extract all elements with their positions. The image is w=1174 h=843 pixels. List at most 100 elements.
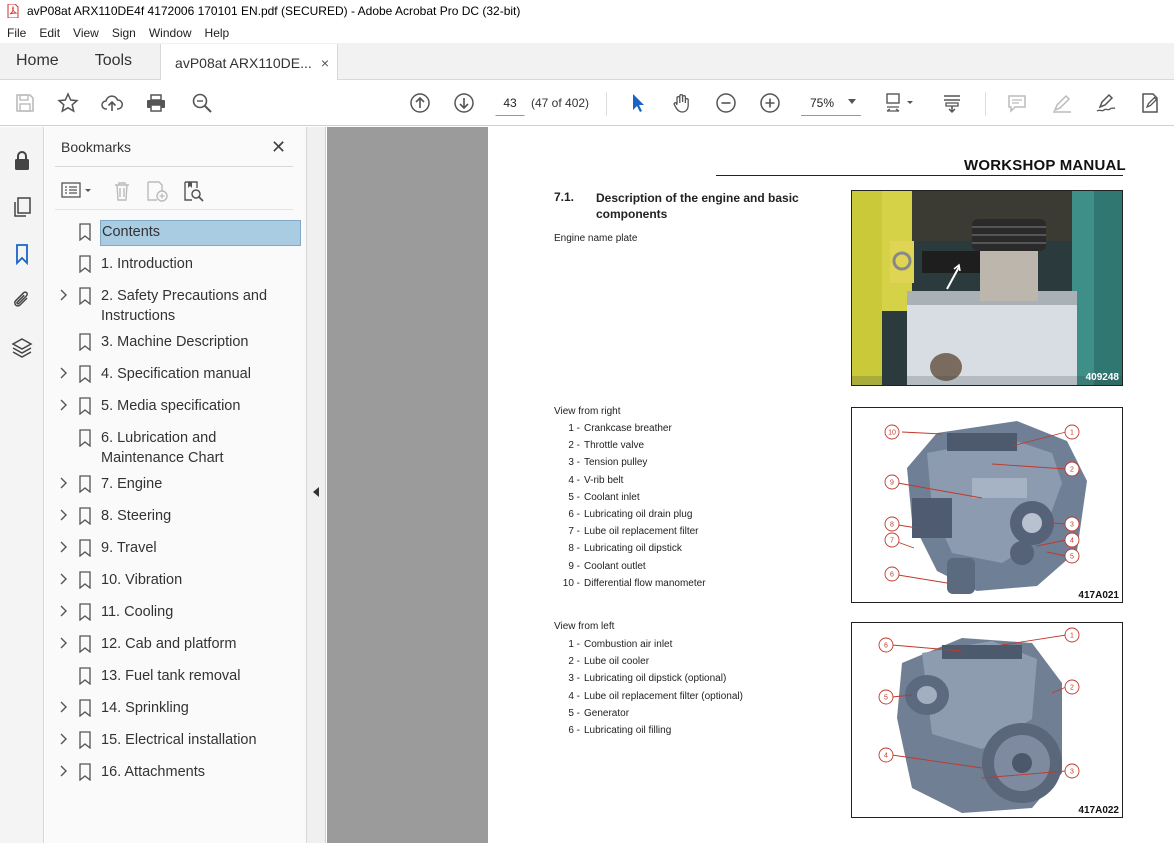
tab-home[interactable]: Home <box>0 43 75 79</box>
chevron-right-icon[interactable] <box>57 764 69 778</box>
highlight-pen-icon[interactable] <box>1050 92 1074 114</box>
bookmarks-title: Bookmarks <box>61 139 132 155</box>
bookmark-label: 9. Travel <box>101 540 157 556</box>
engine-nameplate-photo: 409248 <box>851 190 1123 386</box>
legend-item: 3 - Lubricating oil dipstick (optional) <box>554 673 726 684</box>
svg-text:5: 5 <box>1070 554 1074 561</box>
layers-icon[interactable] <box>11 336 33 358</box>
fill-sign-icon[interactable] <box>1138 92 1162 114</box>
comment-icon[interactable] <box>1005 92 1029 114</box>
menu-view[interactable]: View <box>67 26 105 40</box>
menu-file[interactable]: File <box>1 26 32 40</box>
svg-text:1: 1 <box>1070 430 1074 437</box>
legend-item: 5 - Coolant inlet <box>554 492 639 503</box>
page-count-label: (47 of 402) <box>531 96 590 110</box>
collapse-arrow-icon <box>313 487 319 497</box>
bookmark-ribbon-icon <box>79 287 91 306</box>
header-rule <box>716 175 1123 176</box>
legend-text: Lubricating oil dipstick <box>584 543 682 555</box>
acrobat-pdf-icon <box>7 3 19 19</box>
previous-page-icon[interactable] <box>408 92 432 114</box>
chevron-right-icon[interactable] <box>57 604 69 618</box>
bookmark-icon[interactable] <box>11 243 33 266</box>
menu-help[interactable]: Help <box>199 26 236 40</box>
zoom-value: 75% <box>810 95 835 110</box>
tab-tools[interactable]: Tools <box>75 43 148 79</box>
menu-sign[interactable]: Sign <box>106 26 142 40</box>
bookmarks-toolbar <box>45 177 307 203</box>
acrobat-window: avP08at ARX110DE4f 4172006 170101 EN.pdf… <box>0 0 1174 843</box>
find-zoom-icon[interactable] <box>190 92 214 114</box>
star-icon[interactable] <box>56 92 80 114</box>
select-cursor-icon[interactable] <box>626 92 650 114</box>
svg-text:5: 5 <box>884 695 888 702</box>
attachment-icon[interactable] <box>11 289 33 311</box>
page-number-input[interactable]: 43 <box>495 90 525 116</box>
bookmark-label: 8. Steering <box>101 508 172 524</box>
bookmark-ribbon-icon <box>79 333 91 352</box>
tab-close-icon[interactable]: × <box>321 55 329 71</box>
find-bookmark-icon[interactable] <box>182 180 204 202</box>
legend-text: Differential flow manometer <box>584 577 706 589</box>
chevron-right-icon[interactable] <box>57 398 69 412</box>
upload-cloud-icon[interactable] <box>100 92 124 114</box>
hand-tool-icon[interactable] <box>670 92 694 114</box>
legend-item: 6 - Lubricating oil drain plug <box>554 509 692 520</box>
bookmark-ribbon-icon <box>79 635 91 654</box>
chevron-right-icon[interactable] <box>57 508 69 522</box>
legend-item: 2 - Lube oil cooler <box>554 656 649 667</box>
legend-number: 7 - <box>568 526 580 538</box>
bookmark-options-icon[interactable] <box>61 181 95 201</box>
delete-icon[interactable] <box>112 180 132 202</box>
title-bar: avP08at ARX110DE4f 4172006 170101 EN.pdf… <box>0 0 1174 22</box>
bookmark-ribbon-icon <box>79 397 91 416</box>
bookmark-label: 12. Cab and platform <box>101 636 237 652</box>
chevron-right-icon[interactable] <box>57 476 69 490</box>
bookmark-label: 3. Machine Description <box>101 334 249 350</box>
page-thumbnails-icon[interactable] <box>11 196 33 218</box>
bookmark-ribbon-icon <box>79 223 91 242</box>
menu-window[interactable]: Window <box>143 26 198 40</box>
chevron-right-icon[interactable] <box>57 288 69 302</box>
legend-number: 8 - <box>568 543 580 555</box>
chevron-right-icon[interactable] <box>57 700 69 714</box>
menu-bar: File Edit View Sign Window Help <box>0 22 1174 43</box>
legend-number: 3 - <box>568 673 580 685</box>
bookmark-label: 1. Introduction <box>101 256 193 272</box>
tab-document[interactable]: avP08at ARX110DE... × <box>160 44 339 81</box>
legend-number: 6 - <box>568 725 580 736</box>
print-icon[interactable] <box>144 92 168 114</box>
legend-text: Generator <box>584 707 630 719</box>
page-fit-icon[interactable] <box>884 92 918 114</box>
chevron-right-icon[interactable] <box>57 366 69 380</box>
next-page-icon[interactable] <box>452 92 476 114</box>
bookmark-ribbon-icon <box>79 365 91 384</box>
zoom-in-icon[interactable] <box>758 92 782 114</box>
chevron-right-icon[interactable] <box>57 732 69 746</box>
close-icon[interactable]: ✕ <box>271 137 286 158</box>
bookmark-label: 6. Lubrication and Maintenance Chart <box>101 430 224 466</box>
zoom-out-icon[interactable] <box>714 92 738 114</box>
chevron-right-icon[interactable] <box>57 572 69 586</box>
document-viewport[interactable]: WORKSHOP MANUAL 7.1. Description of the … <box>327 127 1174 843</box>
window-title: avP08at ARX110DE4f 4172006 170101 EN.pdf… <box>27 4 521 18</box>
zoom-select[interactable]: 75% <box>801 90 861 116</box>
menu-edit[interactable]: Edit <box>33 26 66 40</box>
scroll-mode-icon[interactable] <box>940 92 964 114</box>
save-icon[interactable] <box>13 92 37 114</box>
chevron-right-icon[interactable] <box>57 540 69 554</box>
bookmark-ribbon-icon <box>79 539 91 558</box>
engine-left-diagram: 1 2 3 4 5 6 417A022 <box>851 622 1123 818</box>
draw-sign-icon[interactable] <box>1094 92 1118 114</box>
lock-icon[interactable] <box>11 149 33 171</box>
bookmark-label: 5. Media specification <box>101 398 241 414</box>
legend-item: 9 - Coolant outlet <box>554 561 645 572</box>
new-bookmark-icon[interactable] <box>146 180 170 202</box>
section-title: Description of the engine and basic comp… <box>596 191 799 221</box>
svg-text:6: 6 <box>884 643 888 650</box>
chevron-right-icon[interactable] <box>57 636 69 650</box>
legend-item: 4 - Lube oil replacement filter (optional… <box>554 691 743 702</box>
bookmark-ribbon-icon <box>79 731 91 750</box>
bookmark-label: 16. Attachments <box>101 764 205 780</box>
panel-collapse-handle[interactable] <box>307 127 326 843</box>
